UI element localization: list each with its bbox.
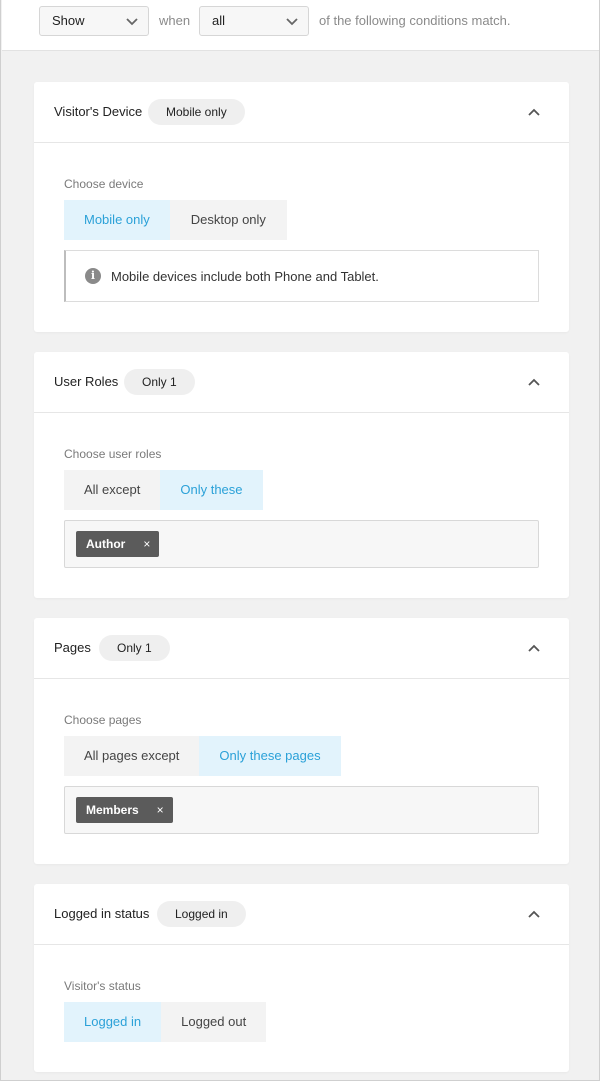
- chevron-down-icon: [126, 18, 138, 26]
- option-only-these-pages[interactable]: Only these pages: [199, 736, 341, 776]
- card-header[interactable]: User Roles Only 1: [34, 352, 569, 413]
- tag-label: Author: [86, 537, 126, 551]
- option-logged-out[interactable]: Logged out: [161, 1002, 267, 1042]
- status-badge: Only 1: [124, 369, 195, 395]
- card-header[interactable]: Logged in status Logged in: [34, 884, 569, 945]
- card-title: Visitor's Device: [54, 104, 143, 119]
- close-icon[interactable]: ×: [143, 531, 150, 557]
- match-select[interactable]: all: [199, 6, 309, 36]
- match-select-value: all: [212, 13, 226, 28]
- field-label: Choose pages: [64, 713, 142, 727]
- pages-tag-input[interactable]: Members ×: [64, 786, 539, 834]
- field-label: Choose user roles: [64, 447, 162, 461]
- device-toggle: Mobile only Desktop only: [64, 200, 287, 240]
- field-label: Choose device: [64, 177, 144, 191]
- option-only-these[interactable]: Only these: [160, 470, 263, 510]
- card-header[interactable]: Visitor's Device Mobile only: [34, 82, 569, 143]
- status-badge: Only 1: [99, 635, 170, 661]
- condition-user-roles: User Roles Only 1 Choose user roles All …: [34, 352, 569, 598]
- chevron-down-icon: [286, 18, 298, 26]
- card-header[interactable]: Pages Only 1: [34, 618, 569, 679]
- info-icon: i: [85, 268, 101, 284]
- tag-chip: Members ×: [76, 797, 173, 823]
- action-select[interactable]: Show: [39, 6, 149, 36]
- status-badge: Mobile only: [148, 99, 245, 125]
- roles-tag-input[interactable]: Author ×: [64, 520, 539, 568]
- status-toggle: Logged in Logged out: [64, 1002, 267, 1042]
- conditions-panel: Show when all of the following condition…: [0, 0, 600, 1081]
- device-notice: i Mobile devices include both Phone and …: [64, 250, 539, 302]
- close-icon[interactable]: ×: [157, 797, 164, 823]
- tag-label: Members: [86, 803, 139, 817]
- chevron-up-icon[interactable]: [527, 376, 541, 388]
- roles-toggle: All except Only these: [64, 470, 263, 510]
- field-label: Visitor's status: [64, 979, 141, 993]
- chevron-up-icon[interactable]: [527, 642, 541, 654]
- condition-logged-in-status: Logged in status Logged in Visitor's sta…: [34, 884, 569, 1072]
- rule-header: Show when all of the following condition…: [2, 0, 599, 51]
- option-all-pages-except[interactable]: All pages except: [64, 736, 200, 776]
- condition-visitors-device: Visitor's Device Mobile only Choose devi…: [34, 82, 569, 332]
- tag-chip: Author ×: [76, 531, 160, 557]
- card-title: Logged in status: [54, 906, 150, 921]
- conditions-suffix: of the following conditions match.: [319, 13, 511, 28]
- action-select-value: Show: [52, 13, 85, 28]
- status-badge: Logged in: [157, 901, 246, 927]
- chevron-up-icon[interactable]: [527, 106, 541, 118]
- condition-pages: Pages Only 1 Choose pages All pages exce…: [34, 618, 569, 864]
- option-all-except[interactable]: All except: [64, 470, 161, 510]
- pages-toggle: All pages except Only these pages: [64, 736, 341, 776]
- option-mobile-only[interactable]: Mobile only: [64, 200, 170, 240]
- notice-text: Mobile devices include both Phone and Ta…: [111, 269, 379, 284]
- when-label: when: [159, 13, 191, 28]
- option-logged-in[interactable]: Logged in: [64, 1002, 162, 1042]
- option-desktop-only[interactable]: Desktop only: [169, 200, 287, 240]
- card-title: User Roles: [54, 374, 119, 389]
- chevron-up-icon[interactable]: [527, 908, 541, 920]
- card-title: Pages: [54, 640, 91, 655]
